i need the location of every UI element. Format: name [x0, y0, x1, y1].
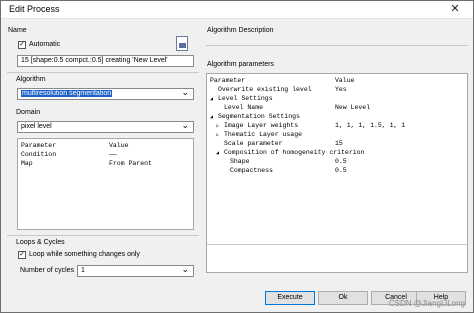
parameter-row[interactable]: Shape 0.5 [207, 158, 467, 166]
parameter-row[interactable]: Overwrite existing level Yes [207, 86, 467, 94]
table-row[interactable]: Condition —— [18, 151, 193, 159]
title-bar: Edit Process ✕ [1, 1, 473, 19]
value-header: Value [335, 77, 355, 84]
parameter-name: Image Layer weights [224, 122, 299, 129]
table-row[interactable]: Map From Parent [18, 160, 193, 168]
edit-process-dialog: Edit Process ✕ Name ✓ Automatic 15 [shap… [0, 0, 474, 313]
algorithm-select[interactable]: multiresolution segmentation [17, 88, 194, 100]
param-header: Parameter [210, 77, 246, 84]
window-title: Edit Process [9, 4, 60, 14]
parameter-name: Compactness [230, 167, 273, 174]
row-value: From Parent [109, 160, 152, 167]
parameter-name: Overwrite existing level [218, 86, 312, 93]
parameter-value[interactable]: 1, 1, 1, 1.5, 1, 1 [335, 122, 405, 130]
table-header: Parameter Value [18, 142, 193, 150]
parameter-row[interactable]: ▷ Image Layer weights 1, 1, 1, 1.5, 1, 1 [207, 122, 467, 130]
expand-icon[interactable]: ▷ [216, 131, 219, 139]
close-icon[interactable]: ✕ [441, 2, 469, 17]
parameter-name: Scale parameter [224, 140, 283, 147]
automatic-label: Automatic [29, 41, 61, 48]
execute-button[interactable]: Execute [265, 291, 315, 305]
parameter-row[interactable]: ▷ Thematic Layer usage [207, 131, 467, 139]
algorithm-label: Algorithm [16, 76, 46, 83]
parameter-row[interactable]: Compactness 0.5 [207, 167, 467, 175]
algorithm-selected-value: multiresolution segmentation [21, 90, 113, 97]
row-value: —— [109, 151, 117, 158]
cycles-select[interactable]: 1 [77, 265, 194, 277]
parameter-name: Composition of homogeneity criterion [224, 149, 365, 156]
parameter-value[interactable]: 0.5 [335, 158, 347, 166]
algorithm-description-label: Algorithm Description [207, 27, 274, 34]
parameter-row[interactable]: ◢ Segmentation Settings [207, 113, 467, 121]
edit-name-icon[interactable] [176, 36, 188, 51]
collapse-icon[interactable]: ◢ [216, 149, 219, 157]
parameter-row[interactable]: Level Name New Level [207, 104, 467, 112]
domain-parameter-table: Parameter Value Condition —— Map From Pa… [17, 138, 194, 230]
value-header: Value [109, 142, 129, 149]
collapse-icon[interactable]: ◢ [210, 95, 213, 103]
param-header: Parameter [21, 142, 57, 149]
parameter-value[interactable]: Yes [335, 86, 347, 94]
parameter-value[interactable]: New Level [335, 104, 370, 112]
loop-label: Loop while something changes only [29, 251, 140, 258]
expand-icon[interactable]: ▷ [216, 122, 219, 130]
parameter-name: Level Settings [218, 95, 273, 102]
loops-cycles-label: Loops & Cycles [16, 239, 65, 246]
parameter-row[interactable]: ◢ Level Settings [207, 95, 467, 103]
process-name-field[interactable]: 15 [shape:0.5 compct.:0.5] creating 'New… [17, 55, 194, 67]
parameter-name: Shape [230, 158, 250, 165]
domain-label: Domain [16, 109, 41, 116]
parameter-value[interactable]: 15 [335, 140, 343, 148]
params-header: Parameter Value [207, 77, 467, 85]
parameter-row[interactable]: ◢ Composition of homogeneity criterion [207, 149, 467, 157]
loop-checkbox[interactable]: ✓ [18, 251, 26, 259]
parameter-name: Thematic Layer usage [224, 131, 303, 138]
row-param: Map [21, 160, 33, 167]
watermark-text: CSDN @JiangLiLong [388, 299, 465, 308]
name-label: Name [8, 27, 27, 34]
row-param: Condition [21, 151, 57, 158]
collapse-icon[interactable]: ◢ [210, 113, 213, 121]
parameter-name: Level Name [224, 104, 264, 111]
parameter-value[interactable]: 0.5 [335, 167, 347, 175]
domain-select[interactable]: pixel level [17, 121, 194, 133]
ok-button[interactable]: Ok [318, 291, 368, 305]
parameter-name: Segmentation Settings [218, 113, 300, 120]
parameter-row[interactable]: Scale parameter 15 [207, 140, 467, 148]
cycles-label: Number of cycles [20, 267, 75, 274]
algorithm-parameters-table: Parameter Value Overwrite existing level… [206, 73, 468, 273]
automatic-checkbox[interactable]: ✓ [18, 41, 26, 49]
algorithm-parameters-label: Algorithm parameters [207, 61, 274, 68]
